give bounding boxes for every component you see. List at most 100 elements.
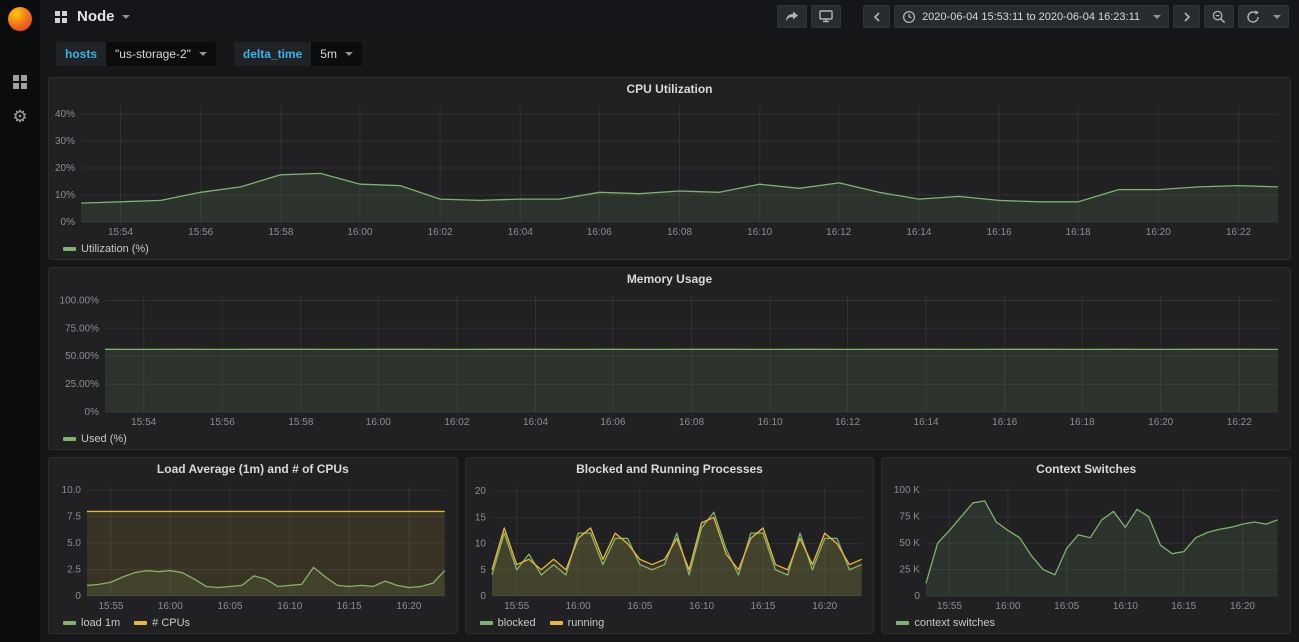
dashboard-grid: CPU Utilization 0%10%20%30%40%15:5415:56…: [40, 75, 1299, 642]
blocked-running-chart[interactable]: 0510152015:5516:0016:0516:1016:1516:20: [466, 480, 874, 612]
legend-series-swatch: [550, 621, 563, 625]
svg-text:20: 20: [475, 486, 487, 497]
svg-text:15:54: 15:54: [131, 417, 156, 428]
svg-text:16:04: 16:04: [523, 417, 548, 428]
svg-text:15:56: 15:56: [210, 417, 235, 428]
svg-text:15: 15: [475, 512, 487, 523]
svg-text:75.00%: 75.00%: [65, 323, 99, 334]
legend-item[interactable]: blocked: [480, 617, 536, 629]
cpu-utilization-chart[interactable]: 0%10%20%30%40%15:5415:5615:5816:0016:021…: [49, 100, 1290, 238]
context-switches-chart[interactable]: 025 K50 K75 K100 K15:5516:0016:0516:1016…: [882, 480, 1290, 612]
svg-text:20%: 20%: [55, 163, 75, 174]
svg-text:50 K: 50 K: [900, 538, 921, 549]
sidebar-item-dashboards[interactable]: [0, 67, 40, 97]
svg-text:16:20: 16:20: [396, 601, 421, 612]
grafana-logo[interactable]: [8, 7, 32, 31]
svg-text:16:10: 16:10: [758, 417, 783, 428]
svg-text:0%: 0%: [61, 217, 76, 228]
time-range-picker-button[interactable]: 2020-06-04 15:53:11 to 2020-06-04 16:23:…: [894, 5, 1169, 28]
legend-series-swatch: [63, 437, 76, 441]
svg-text:30%: 30%: [55, 136, 75, 147]
svg-text:5: 5: [480, 565, 486, 576]
panel-context-switches: Context Switches 025 K50 K75 K100 K15:55…: [881, 457, 1291, 634]
legend-item[interactable]: context switches: [896, 617, 995, 629]
svg-text:16:04: 16:04: [508, 227, 533, 238]
panel-title-cpu-utilization[interactable]: CPU Utilization: [49, 78, 1290, 100]
panel-title-blocked-running[interactable]: Blocked and Running Processes: [466, 458, 874, 480]
panel-title-context-switches[interactable]: Context Switches: [882, 458, 1290, 480]
panel-title-memory-usage[interactable]: Memory Usage: [49, 268, 1290, 290]
svg-text:16:18: 16:18: [1070, 417, 1095, 428]
legend-item[interactable]: # CPUs: [134, 617, 190, 629]
variable-hosts: hosts "us-storage-2": [56, 42, 216, 66]
load-average-chart[interactable]: 02.55.07.510.015:5516:0016:0516:1016:151…: [49, 480, 457, 612]
main-area: Node: [40, 0, 1299, 642]
memory-usage-chart[interactable]: 0%25.00%50.00%75.00%100.00%15:5415:5615:…: [49, 290, 1290, 428]
svg-text:16:00: 16:00: [565, 601, 590, 612]
legend-item[interactable]: Used (%): [63, 433, 127, 445]
svg-text:15:55: 15:55: [98, 601, 123, 612]
legend-series-label: Utilization (%): [81, 243, 149, 255]
time-shift-forward-button[interactable]: [1173, 5, 1200, 28]
svg-text:16:20: 16:20: [1230, 601, 1255, 612]
navbar-actions: 2020-06-04 15:53:11 to 2020-06-04 16:23:…: [777, 5, 1289, 28]
chevron-down-icon: [199, 52, 207, 56]
monitor-icon: [819, 10, 833, 23]
svg-text:100 K: 100 K: [894, 485, 920, 496]
svg-text:100.00%: 100.00%: [60, 296, 100, 307]
time-shift-back-button[interactable]: [863, 5, 890, 28]
legend-series-label: blocked: [498, 617, 536, 629]
panel-title-load-average[interactable]: Load Average (1m) and # of CPUs: [49, 458, 457, 480]
svg-text:16:08: 16:08: [667, 227, 692, 238]
legend-series-swatch: [480, 621, 493, 625]
blocked-running-legend: blocked running: [466, 612, 874, 633]
variable-value-hosts-dropdown[interactable]: "us-storage-2": [106, 42, 216, 66]
svg-text:16:15: 16:15: [337, 601, 362, 612]
panel-memory-usage: Memory Usage 0%25.00%50.00%75.00%100.00%…: [48, 267, 1291, 450]
svg-text:16:05: 16:05: [1054, 601, 1079, 612]
chevron-left-icon: [873, 12, 881, 22]
svg-text:0: 0: [480, 591, 486, 602]
legend-item[interactable]: running: [550, 617, 605, 629]
variable-value-delta-time: 5m: [320, 47, 337, 61]
dashboard-title: Node: [77, 8, 115, 25]
share-button[interactable]: [777, 5, 807, 28]
variable-value-delta-time-dropdown[interactable]: 5m: [311, 42, 362, 66]
zoom-out-button[interactable]: [1204, 5, 1234, 28]
svg-text:16:10: 16:10: [747, 227, 772, 238]
svg-text:25 K: 25 K: [900, 565, 921, 576]
svg-text:16:00: 16:00: [996, 601, 1021, 612]
dashboard-title-button[interactable]: Node: [54, 8, 130, 25]
time-range-label: 2020-06-04 15:53:11 to 2020-06-04 16:23:…: [922, 11, 1140, 23]
clock-icon: [902, 10, 916, 24]
svg-text:16:18: 16:18: [1066, 227, 1091, 238]
svg-text:0%: 0%: [85, 407, 100, 418]
svg-text:16:20: 16:20: [1146, 227, 1171, 238]
svg-text:16:20: 16:20: [812, 601, 837, 612]
svg-text:10: 10: [475, 539, 487, 550]
tv-mode-button[interactable]: [811, 5, 841, 28]
sidebar-item-configuration[interactable]: ⚙: [0, 101, 40, 131]
svg-text:10%: 10%: [55, 190, 75, 201]
svg-text:16:10: 16:10: [1113, 601, 1138, 612]
chevron-down-icon: [345, 52, 353, 56]
svg-text:16:10: 16:10: [689, 601, 714, 612]
legend-series-swatch: [134, 621, 147, 625]
svg-text:16:15: 16:15: [1172, 601, 1197, 612]
legend-series-swatch: [63, 247, 76, 251]
top-navbar: Node: [40, 0, 1299, 33]
chevron-down-icon: [1153, 15, 1161, 19]
svg-text:16:14: 16:14: [906, 227, 931, 238]
legend-series-label: running: [568, 617, 605, 629]
legend-item[interactable]: Utilization (%): [63, 243, 149, 255]
svg-text:16:05: 16:05: [218, 601, 243, 612]
svg-text:25.00%: 25.00%: [65, 379, 99, 390]
legend-series-label: # CPUs: [152, 617, 190, 629]
panel-cpu-utilization: CPU Utilization 0%10%20%30%40%15:5415:56…: [48, 77, 1291, 260]
svg-text:5.0: 5.0: [67, 538, 81, 549]
bottom-panel-row: Load Average (1m) and # of CPUs 02.55.07…: [48, 457, 1291, 634]
chevron-right-icon: [1183, 12, 1191, 22]
gear-icon: ⚙: [12, 108, 27, 125]
legend-item[interactable]: load 1m: [63, 617, 120, 629]
refresh-button[interactable]: [1238, 5, 1289, 28]
